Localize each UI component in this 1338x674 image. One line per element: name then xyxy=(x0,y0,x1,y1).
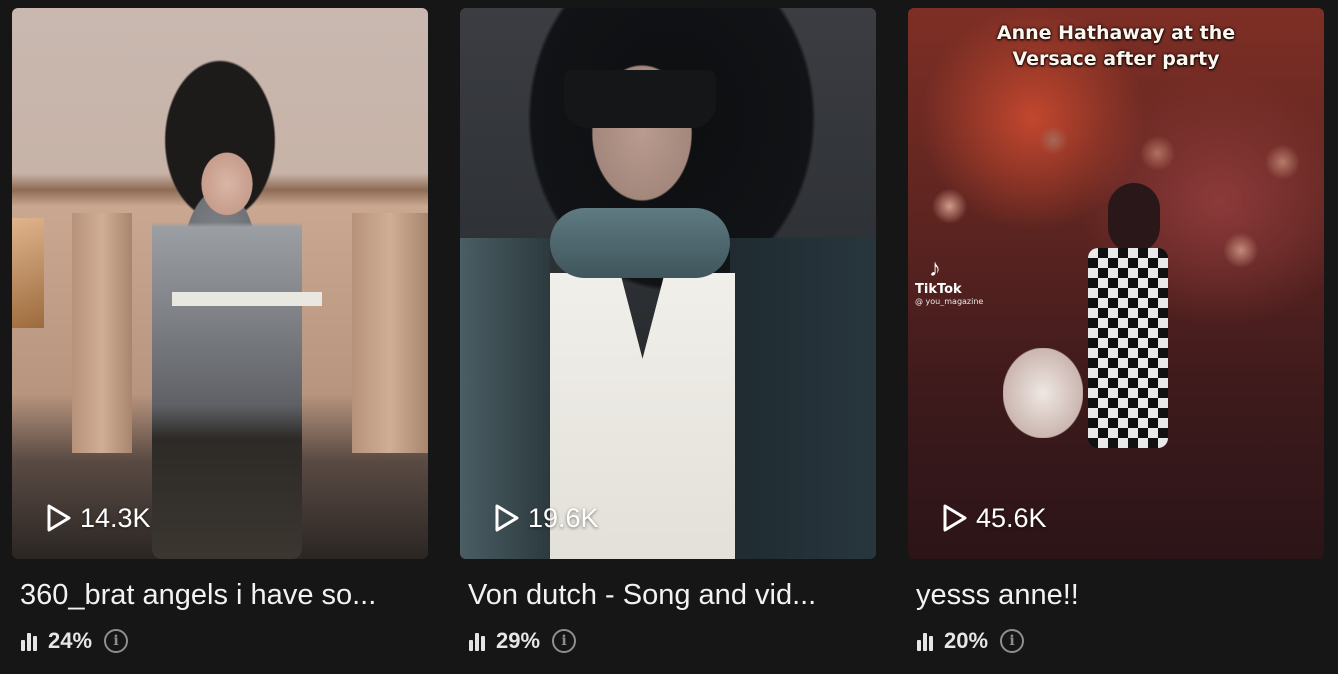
person-figure xyxy=(152,78,302,559)
info-icon[interactable]: i xyxy=(1000,629,1025,653)
info-icon[interactable]: i xyxy=(552,629,577,653)
engagement-stats: 20% i xyxy=(908,628,1324,654)
engagement-stats: 24% i xyxy=(12,628,428,654)
scarf xyxy=(550,208,730,278)
video-card[interactable]: Anne Hathaway at the Versace after party… xyxy=(908,8,1324,654)
play-icon xyxy=(942,504,968,532)
info-icon[interactable]: i xyxy=(104,629,129,653)
top-stripe xyxy=(172,292,322,306)
video-thumbnail[interactable]: 19.6K xyxy=(460,8,876,559)
view-count-value: 14.3K xyxy=(80,502,151,533)
dancer-head xyxy=(1108,183,1160,253)
face xyxy=(572,38,712,228)
view-count-value: 19.6K xyxy=(528,502,599,533)
video-title[interactable]: 360_brat angels i have so... xyxy=(12,577,420,613)
video-grid: 14.3K 360_brat angels i have so... 24% i xyxy=(0,0,1338,674)
video-card[interactable]: 14.3K 360_brat angels i have so... 24% i xyxy=(12,8,428,654)
white-jacket xyxy=(1003,348,1083,438)
engagement-percent: 29% xyxy=(496,628,541,653)
video-title[interactable]: yesss anne!! xyxy=(908,577,1316,613)
view-count-value: 45.6K xyxy=(976,502,1047,533)
video-thumbnail[interactable]: Anne Hathaway at the Versace after party… xyxy=(908,8,1324,559)
tiktok-watermark: ♪ TikTok @ you_magazine xyxy=(915,255,984,307)
engagement-stats: 29% i xyxy=(460,628,876,654)
engagement-percent: 20% xyxy=(944,628,989,653)
view-count: 45.6K xyxy=(942,502,1047,534)
video-title[interactable]: Von dutch - Song and vid... xyxy=(460,577,868,613)
view-count: 14.3K xyxy=(46,502,151,534)
video-thumbnail[interactable]: 14.3K xyxy=(12,8,428,559)
bar-chart-icon xyxy=(916,631,938,651)
coat-right xyxy=(730,238,876,559)
tiktok-logo-icon: ♪ xyxy=(929,255,941,282)
bar-chart-icon xyxy=(20,631,42,651)
bar-chart-icon xyxy=(468,631,490,651)
play-icon xyxy=(46,504,72,532)
sunglasses xyxy=(564,70,716,128)
video-caption-overlay: Anne Hathaway at the Versace after party xyxy=(996,22,1236,70)
play-icon xyxy=(494,504,520,532)
video-card[interactable]: 19.6K Von dutch - Song and vid... 29% i xyxy=(460,8,876,654)
checkered-outfit xyxy=(1088,248,1168,448)
view-count: 19.6K xyxy=(494,502,599,534)
engagement-percent: 24% xyxy=(48,628,93,653)
curtain-right xyxy=(352,213,428,453)
curtain-left xyxy=(72,213,132,453)
wall-painting xyxy=(12,218,44,328)
watermark-handle: @ you_magazine xyxy=(915,297,984,306)
watermark-name: TikTok xyxy=(915,282,962,297)
